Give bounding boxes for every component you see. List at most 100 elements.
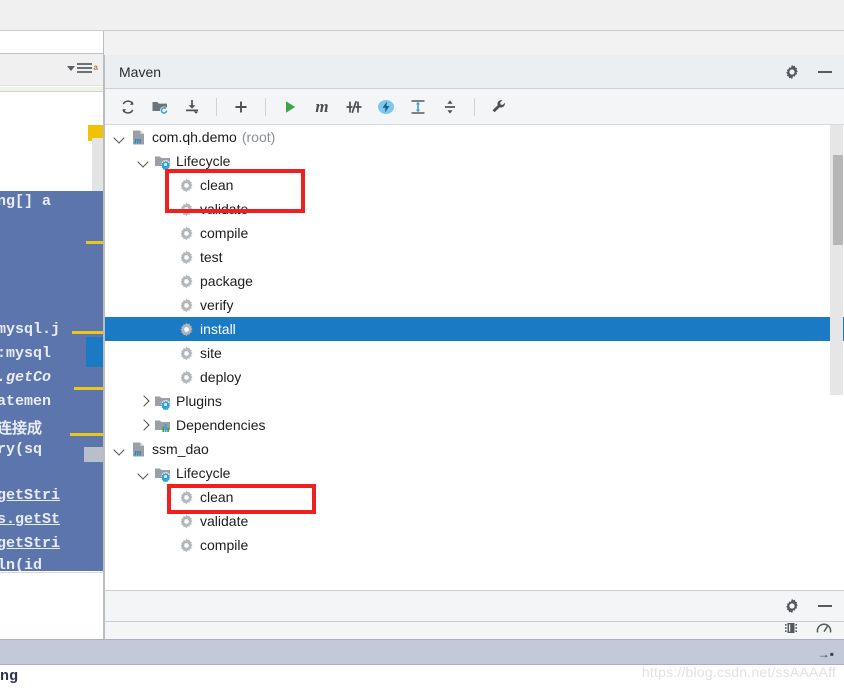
code-line: tring[] a — [0, 193, 52, 210]
tree-row-clean[interactable]: clean — [105, 173, 832, 197]
editor-tabbar-controls[interactable]: a — [66, 63, 98, 73]
tree-row-validate[interactable]: validate — [105, 509, 832, 533]
maven-project-tree[interactable]: m com.qh.demo (root) Lifecycle clean validate… — [105, 125, 844, 590]
gear-icon[interactable] — [784, 598, 800, 614]
wrench-icon[interactable] — [486, 94, 512, 120]
download-icon[interactable] — [179, 94, 205, 120]
plus-icon[interactable] — [228, 94, 254, 120]
offline-bolt-icon[interactable] — [373, 94, 399, 120]
tree-row-label: clean — [200, 489, 234, 505]
tree-row-plugins[interactable]: Plugins — [105, 389, 832, 413]
tree-row-label: validate — [200, 513, 249, 529]
goal-gear-icon — [178, 537, 195, 554]
tree-row-ssm-dao[interactable]: m ssm_dao — [105, 437, 832, 461]
tree-row-test[interactable]: test — [105, 245, 832, 269]
code-line: rs.getStri — [0, 535, 61, 552]
watermark-text: https://blog.csdn.net/ssAAAAff — [641, 664, 836, 680]
minimize-icon[interactable] — [818, 71, 832, 73]
toolbar-separator — [216, 97, 217, 116]
editor-selected-code: tring[] a ; l; om.mysql.j dbc:mysql ger.… — [0, 191, 104, 571]
minimize-icon[interactable] — [818, 605, 832, 607]
goal-gear-icon — [178, 369, 195, 386]
goal-gear-icon — [178, 273, 195, 290]
tree-twisty-down-icon[interactable] — [113, 442, 127, 456]
tree-twisty-right-icon[interactable] — [137, 394, 151, 408]
lifecycle-folder-icon — [154, 153, 171, 170]
editor-bottom-fragment: ng — [0, 668, 19, 685]
tree-row-deploy[interactable]: deploy — [105, 365, 832, 389]
code-token-chip — [84, 447, 104, 462]
tree-row-label: verify — [200, 297, 234, 313]
tree-twisty-down-icon[interactable] — [137, 154, 151, 168]
footer-indicators — [784, 622, 832, 639]
screen-root: a tring[] a ; l; om.mysql.j dbc:mysql ge… — [0, 0, 844, 690]
maven-project-icon: m — [130, 129, 147, 146]
tree-twisty-down-icon[interactable] — [137, 466, 151, 480]
editor-body[interactable]: tring[] a ; l; om.mysql.j dbc:mysql ger.… — [0, 92, 104, 639]
code-line: = rs.getSt — [0, 511, 61, 528]
editor-lower-blank — [0, 572, 104, 639]
tree-row-lifecycle[interactable]: Lifecycle — [105, 461, 832, 485]
tree-row-verify[interactable]: verify — [105, 293, 832, 317]
collapse-icon[interactable] — [437, 94, 463, 120]
tree-row-dependencies[interactable]: Dependencies — [105, 413, 832, 437]
status-band: →▪ — [0, 639, 844, 665]
svg-text:m: m — [134, 447, 141, 457]
lifecycle-folder-icon — [154, 465, 171, 482]
code-line: rs.getStri — [0, 487, 61, 504]
folder-refresh-icon[interactable] — [147, 94, 173, 120]
goal-gear-icon — [178, 489, 195, 506]
tree-row-install[interactable]: install — [105, 317, 844, 341]
tree-row-compile[interactable]: compile — [105, 533, 832, 557]
tree-twisty-down-icon[interactable] — [113, 130, 127, 144]
code-hl-bar — [86, 241, 104, 244]
hide-arrow-icon[interactable]: →▪ — [818, 647, 834, 661]
play-icon[interactable] — [277, 94, 303, 120]
list-lines-icon[interactable] — [76, 63, 92, 73]
maven-tool-window: Maven m m com.qh.demo (root) Lifecycle c… — [104, 55, 844, 590]
skip-tests-icon[interactable] — [341, 94, 367, 120]
goal-gear-icon — [178, 201, 195, 218]
toolbar-separator — [265, 97, 266, 116]
tree-row-label: Dependencies — [176, 417, 266, 433]
code-line: eStatemen — [0, 393, 52, 410]
tree-twisty-spacer — [161, 226, 175, 240]
footer-bar-primary — [104, 590, 844, 622]
tree-row-label: Lifecycle — [176, 153, 231, 169]
m-icon[interactable]: m — [309, 94, 335, 120]
tree-twisty-spacer — [161, 538, 175, 552]
tree-row-com-qh-demo[interactable]: m com.qh.demo (root) — [105, 125, 832, 149]
tree-row-label: site — [200, 345, 222, 361]
gauge-icon[interactable] — [816, 621, 832, 640]
tree-row-suffix: (root) — [241, 129, 276, 145]
tree-row-validate[interactable]: validate — [105, 197, 832, 221]
tree-twisty-spacer — [161, 274, 175, 288]
goal-gear-icon — [178, 249, 195, 266]
code-line: dbc:mysql — [0, 345, 52, 362]
code-gutter-chip — [86, 337, 104, 367]
tree-row-label: package — [200, 273, 253, 289]
tree-scrollbar-thumb[interactable] — [833, 155, 843, 245]
memory-icon[interactable] — [784, 621, 798, 640]
chevron-down-icon[interactable] — [66, 65, 75, 71]
maven-tree-rows: m com.qh.demo (root) Lifecycle clean validate… — [105, 125, 844, 557]
goal-gear-icon — [178, 321, 195, 338]
tree-twisty-right-icon[interactable] — [137, 418, 151, 432]
refresh-icon[interactable] — [115, 94, 141, 120]
tree-row-clean[interactable]: clean — [105, 485, 832, 509]
tree-row-label: Plugins — [176, 393, 222, 409]
maven-toolbar: m — [105, 89, 844, 125]
tree-twisty-spacer — [161, 298, 175, 312]
code-hl-bar — [70, 433, 104, 436]
tree-row-package[interactable]: package — [105, 269, 832, 293]
gear-icon[interactable] — [784, 64, 800, 80]
expand-vertical-icon[interactable] — [405, 94, 431, 120]
tree-row-lifecycle[interactable]: Lifecycle — [105, 149, 832, 173]
code-hl-bar — [74, 387, 104, 390]
tree-row-label: install — [200, 321, 236, 337]
code-line: n("连接成 — [0, 421, 43, 438]
tree-twisty-spacer — [161, 202, 175, 216]
tree-row-compile[interactable]: compile — [105, 221, 832, 245]
tree-row-site[interactable]: site — [105, 341, 832, 365]
tree-row-label: clean — [200, 177, 234, 193]
